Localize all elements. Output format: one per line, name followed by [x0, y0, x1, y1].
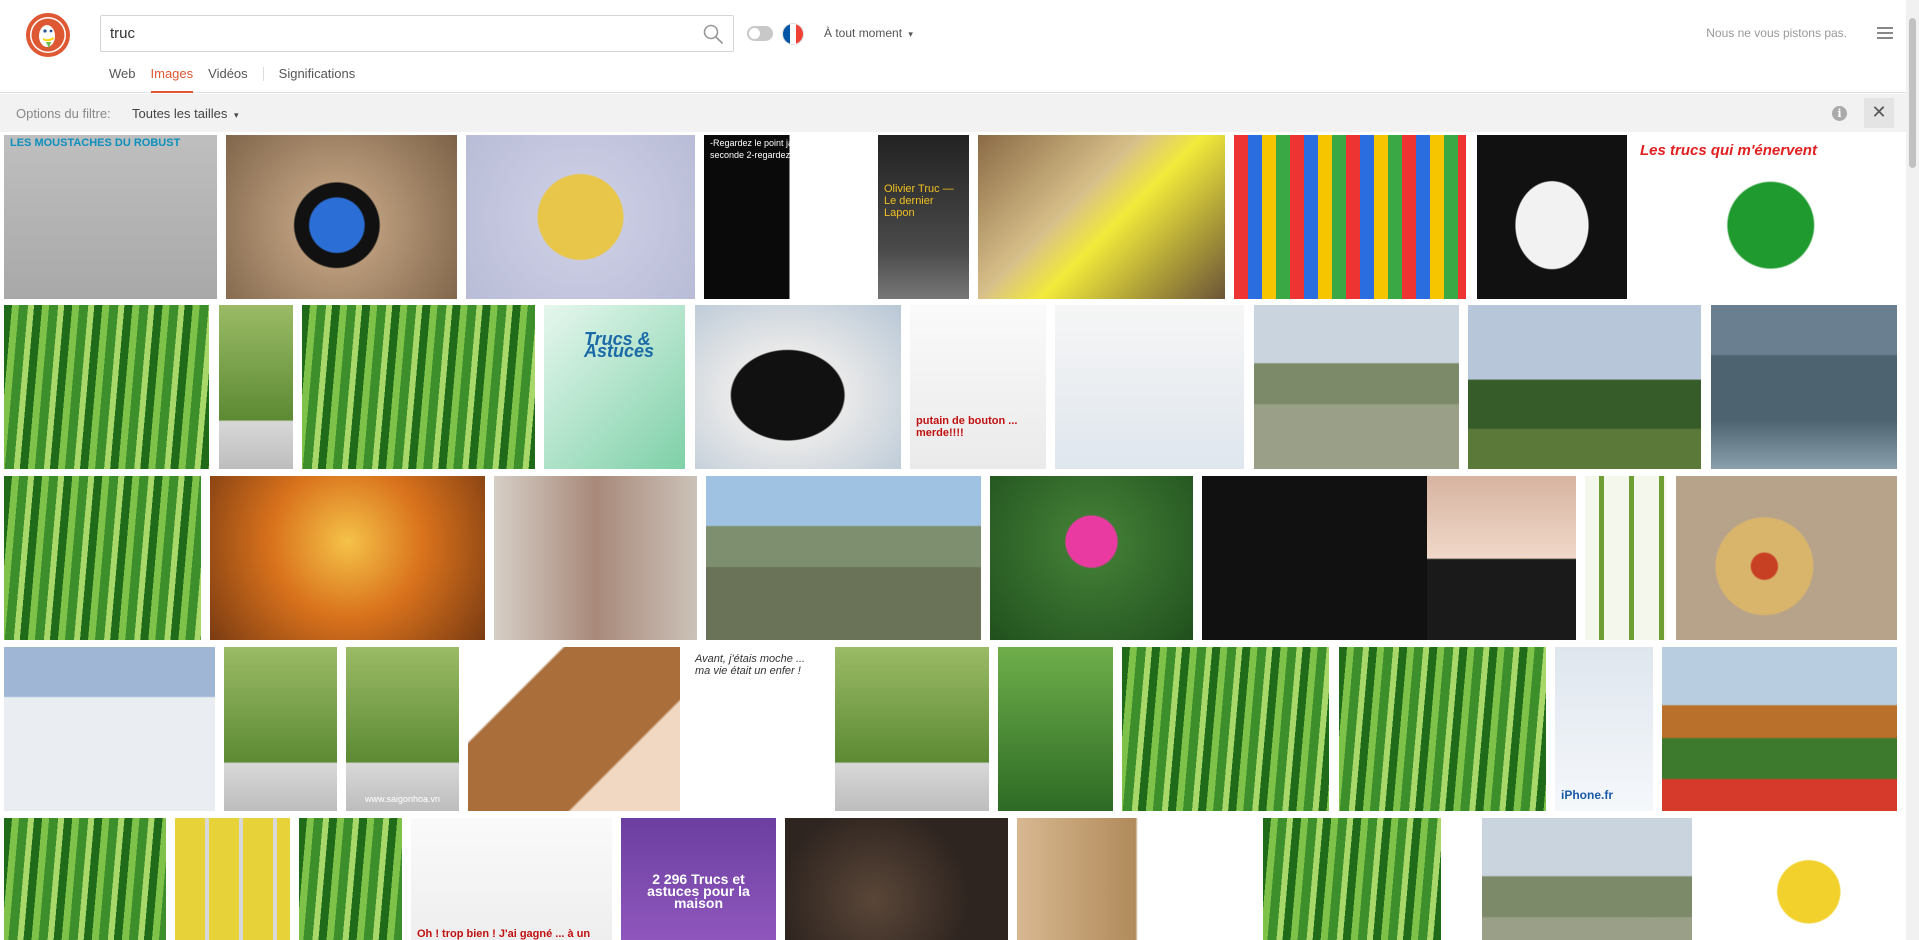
image-caption: Les trucs qui m'énervent — [1640, 142, 1817, 159]
image-result-tile[interactable] — [299, 818, 402, 940]
image-result-tile[interactable]: 2 296 Trucs et astuces pour la maison — [621, 818, 776, 940]
image-result-tile[interactable]: LES MOUSTACHES DU ROBUST — [4, 135, 217, 299]
image-caption: www.saigonhoa.vn — [364, 794, 441, 804]
image-result-tile[interactable] — [998, 647, 1113, 811]
image-result-tile[interactable] — [226, 135, 457, 299]
image-result-tile[interactable] — [468, 647, 680, 811]
image-caption: 2 296 Trucs et astuces pour la maison — [647, 871, 750, 911]
image-caption: iPhone.fr — [1561, 788, 1614, 802]
image-caption: Avant, j'étais moche ... ma vie était un… — [695, 653, 806, 677]
image-caption: Olivier Truc — Le dernier Lapon — [884, 183, 954, 219]
image-result-tile[interactable]: Olivier Truc — Le dernier Lapon — [878, 135, 969, 299]
image-result-tile[interactable] — [1701, 818, 1897, 940]
header: À tout moment ▾ Nous ne vous pistons pas… — [0, 0, 1919, 93]
image-result-tile[interactable] — [990, 476, 1193, 640]
image-result-tile[interactable]: Oh ! trop bien ! J'ai gagné ... à un que… — [411, 818, 612, 940]
image-result-tile[interactable] — [1676, 476, 1897, 640]
image-result-tile[interactable] — [1482, 818, 1692, 940]
image-result-tile[interactable] — [494, 476, 697, 640]
image-result-tile[interactable]: www.saigonhoa.vn — [346, 647, 459, 811]
tab-images[interactable]: Images — [150, 66, 193, 93]
image-result-tile[interactable] — [1477, 135, 1627, 299]
image-result-tile[interactable]: -Regardez le point jaune pendant dix sec… — [704, 135, 868, 299]
tab-videos[interactable]: Vidéos — [208, 66, 248, 93]
image-result-tile[interactable]: Les trucs qui m'énervent — [1634, 135, 1897, 299]
image-result-tile[interactable] — [785, 818, 1008, 940]
search-button[interactable] — [701, 22, 725, 46]
image-grid: LES MOUSTACHES DU ROBUST -Regardez le poi… — [0, 135, 1906, 940]
menu-icon[interactable] — [1877, 27, 1893, 39]
image-result-tile[interactable] — [302, 305, 535, 469]
image-result-tile[interactable] — [1339, 647, 1546, 811]
region-flag-icon[interactable] — [783, 24, 803, 44]
image-result-tile[interactable] — [1427, 476, 1576, 640]
image-result-tile[interactable] — [4, 818, 166, 940]
close-filter-button[interactable]: ✕ — [1864, 98, 1894, 128]
image-caption: putain de bouton ... merde!!!! — [916, 415, 1018, 439]
image-result-tile[interactable] — [1234, 135, 1466, 299]
size-filter-label: Toutes les tailles — [132, 106, 228, 121]
nav-tabs: Web Images Vidéos Significations — [109, 66, 370, 93]
time-filter-dropdown[interactable]: À tout moment ▾ — [824, 26, 913, 40]
size-filter-dropdown[interactable]: Toutes les tailles ▾ — [132, 106, 239, 121]
image-result-tile[interactable]: Avant, j'étais moche ... ma vie était un… — [689, 647, 826, 811]
image-result-tile[interactable] — [1263, 818, 1441, 940]
safe-search-toggle[interactable] — [747, 26, 773, 41]
image-result-tile[interactable] — [978, 135, 1225, 299]
chevron-down-icon: ▾ — [234, 110, 239, 120]
image-result-tile[interactable] — [1468, 305, 1701, 469]
image-result-tile[interactable] — [1254, 305, 1459, 469]
image-result-tile[interactable] — [1017, 818, 1254, 940]
image-result-tile[interactable] — [695, 305, 901, 469]
duckduckgo-logo[interactable] — [25, 12, 71, 58]
info-icon[interactable]: i — [1832, 106, 1847, 121]
search-icon — [703, 24, 723, 44]
image-result-tile[interactable] — [210, 476, 485, 640]
image-caption: Oh ! trop bien ! J'ai gagné ... à un que… — [417, 928, 591, 940]
image-result-tile[interactable] — [219, 305, 293, 469]
tab-meanings[interactable]: Significations — [279, 66, 356, 93]
image-result-tile[interactable] — [706, 476, 981, 640]
image-result-tile[interactable] — [1711, 305, 1897, 469]
image-caption: -Regardez le point jaune pendant dix sec… — [710, 138, 858, 160]
image-result-tile[interactable] — [466, 135, 695, 299]
image-result-tile[interactable] — [175, 818, 290, 940]
search-input[interactable] — [110, 16, 670, 51]
image-result-tile[interactable] — [1202, 476, 1456, 640]
chevron-down-icon: ▾ — [908, 29, 913, 39]
image-result-tile[interactable] — [1122, 647, 1329, 811]
filter-label: Options du filtre: — [16, 106, 111, 121]
image-caption: LES MOUSTACHES DU ROBUST — [10, 137, 181, 149]
image-result-tile[interactable] — [4, 647, 215, 811]
nav-divider — [262, 67, 264, 81]
search-box — [100, 15, 734, 52]
image-result-tile[interactable] — [224, 647, 337, 811]
image-result-tile[interactable] — [4, 305, 209, 469]
image-caption: Trucs & Astuces — [584, 329, 655, 361]
tab-web[interactable]: Web — [109, 66, 136, 93]
image-result-tile[interactable] — [1585, 476, 1666, 640]
image-result-tile[interactable] — [835, 647, 989, 811]
image-result-tile[interactable] — [1055, 305, 1244, 469]
image-result-tile[interactable]: iPhone.fr — [1555, 647, 1653, 811]
image-result-tile[interactable]: putain de bouton ... merde!!!! — [910, 305, 1046, 469]
image-result-tile[interactable] — [4, 476, 201, 640]
scrollbar[interactable] — [1906, 0, 1919, 940]
image-result-tile[interactable] — [1662, 647, 1897, 811]
scrollbar-thumb[interactable] — [1909, 18, 1916, 168]
time-filter-label: À tout moment — [824, 26, 903, 40]
image-result-tile[interactable]: Trucs & Astuces — [544, 305, 685, 469]
filter-bar: Options du filtre: Toutes les tailles ▾ … — [0, 94, 1906, 132]
tagline[interactable]: Nous ne vous pistons pas. — [1706, 26, 1847, 40]
